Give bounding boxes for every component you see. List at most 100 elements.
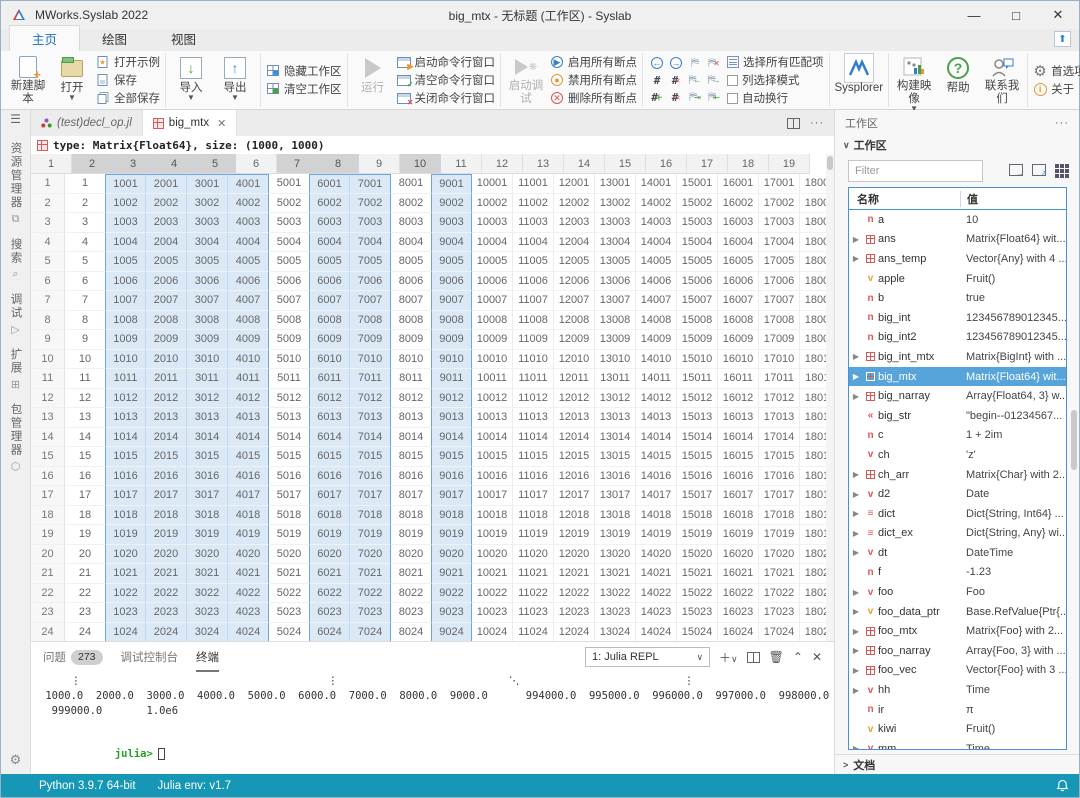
matrix-cell[interactable]: 14021 [636,564,677,584]
expand-chevron-icon[interactable]: ▶ [849,509,863,518]
import-dropdown-caret[interactable]: ▼ [187,95,195,101]
matrix-column-header[interactable]: 8 [318,154,359,174]
matrix-cell[interactable]: 15022 [677,584,718,604]
expand-chevron-icon[interactable]: ▶ [849,627,863,636]
matrix-cell[interactable]: 15023 [677,603,718,623]
workspace-variable-row[interactable]: vappleFruit() [849,269,1066,289]
matrix-cell[interactable]: 1007 [105,291,146,311]
column-header-value[interactable]: 值 [960,191,1066,207]
matrix-cell[interactable]: 13008 [595,311,636,331]
matrix-cell[interactable]: 11015 [513,447,554,467]
remove-breakpoints-button[interactable]: ✕ 删除所有断点 [550,90,637,106]
matrix-cell[interactable]: 5021 [269,564,310,584]
python-env-status[interactable]: Python 3.9.7 64-bit [39,780,136,792]
matrix-cell[interactable]: 1014 [105,428,146,448]
matrix-cell[interactable]: 12004 [554,233,595,253]
prev-bookmark-icon[interactable]: ⛿← [686,72,704,88]
workspace-variable-row[interactable]: vkiwiFruit() [849,719,1066,739]
close-panel-icon[interactable]: ✕ [812,650,822,664]
workspace-more-actions-icon[interactable]: ··· [1055,117,1069,129]
matrix-cell[interactable]: 9021 [431,564,472,584]
matrix-cell[interactable]: 6011 [309,369,350,389]
matrix-cell[interactable]: 3016 [187,467,228,487]
matrix-cell[interactable]: 11005 [513,252,554,272]
matrix-cell[interactable]: 1009 [105,330,146,350]
matrix-cell[interactable]: 6006 [309,272,350,292]
matrix-cell[interactable]: 17001 [759,174,800,194]
julia-env-status[interactable]: Julia env: v1.7 [158,780,232,792]
matrix-cell[interactable]: 3006 [187,272,228,292]
matrix-cell[interactable]: 13005 [595,252,636,272]
matrix-cell[interactable]: 7010 [350,350,391,370]
matrix-column-header[interactable]: 18 [728,154,769,174]
matrix-cell[interactable]: 11002 [513,194,554,214]
matrix-cell[interactable]: 22 [65,584,106,604]
matrix-cell[interactable]: 13003 [595,213,636,233]
export-bookmark-icon[interactable]: ⛿⇤ [705,89,723,105]
matrix-cell[interactable]: 13019 [595,525,636,545]
terminal-output[interactable]: ⋮ ⋮ ⋱ ⋮ 1000.0 2000.0 3000.0 4000.0 5000… [31,672,834,774]
matrix-cell[interactable]: 3002 [187,194,228,214]
matrix-cell[interactable]: 5006 [269,272,310,292]
matrix-cell[interactable]: 16001 [718,174,759,194]
matrix-cell[interactable]: 5004 [269,233,310,253]
matrix-column-header[interactable]: 11 [441,154,482,174]
matrix-cell[interactable]: 9010 [431,350,472,370]
matrix-cell[interactable]: 12012 [554,389,595,409]
matrix-cell[interactable]: 8007 [391,291,432,311]
matrix-cell[interactable]: 11003 [513,213,554,233]
workspace-variable-row[interactable]: nbig_int123456789012345... [849,308,1066,328]
matrix-cell[interactable]: 12005 [554,252,595,272]
matrix-cell[interactable]: 13024 [595,623,636,642]
matrix-cell[interactable]: 8005 [391,252,432,272]
matrix-row-header[interactable]: 1 [31,174,65,194]
matrix-cell[interactable]: 12010 [554,350,595,370]
workspace-variable-row[interactable]: ▶foo_mtxMatrix{Foo} with 2... [849,621,1066,641]
matrix-cell[interactable]: 1019 [105,525,146,545]
matrix-cell[interactable]: 16015 [718,447,759,467]
expand-chevron-icon[interactable]: ▶ [849,392,863,401]
matrix-cell[interactable]: 8013 [391,408,432,428]
workspace-variable-row[interactable]: ▶ansMatrix{Float64} wit... [849,230,1066,250]
matrix-column-header[interactable]: 7 [277,154,318,174]
sidebar-item-extensions[interactable]: 扩展 ⊞ [8,348,24,391]
matrix-cell[interactable]: 9 [65,330,106,350]
matrix-cell[interactable]: 14011 [636,369,677,389]
matrix-cell[interactable]: 7022 [350,584,391,604]
matrix-cell[interactable]: 12024 [554,623,595,642]
matrix-cell[interactable]: 13002 [595,194,636,214]
matrix-cell[interactable]: 11013 [513,408,554,428]
matrix-cell[interactable]: 3007 [187,291,228,311]
matrix-cell[interactable]: 4019 [228,525,269,545]
matrix-cell[interactable]: 2020 [146,545,187,565]
matrix-cell[interactable]: 7023 [350,603,391,623]
matrix-cell[interactable]: 15003 [677,213,718,233]
matrix-cell[interactable]: 8023 [391,603,432,623]
matrix-cell[interactable]: 8016 [391,467,432,487]
matrix-cell[interactable]: 2005 [146,252,187,272]
matrix-cell[interactable]: 6018 [309,506,350,526]
matrix-cell[interactable]: 23 [65,603,106,623]
matrix-cell[interactable]: 7013 [350,408,391,428]
matrix-cell[interactable]: 5009 [269,330,310,350]
matrix-cell[interactable]: 5002 [269,194,310,214]
matrix-cell[interactable]: 5019 [269,525,310,545]
matrix-cell[interactable]: 4022 [228,584,269,604]
matrix-cell[interactable]: 13014 [595,428,636,448]
workspace-variable-row[interactable]: ▶vdtDateTime [849,543,1066,563]
matrix-cell[interactable]: 10024 [472,623,513,642]
matrix-cell[interactable]: 9001 [431,174,472,194]
matrix-cell[interactable]: 17023 [759,603,800,623]
matrix-cell[interactable]: 16024 [718,623,759,642]
matrix-cell[interactable]: 16005 [718,252,759,272]
matrix-cell[interactable]: 9022 [431,584,472,604]
matrix-cell[interactable]: 3012 [187,389,228,409]
matrix-cell[interactable]: 2013 [146,408,187,428]
matrix-cell[interactable]: 8003 [391,213,432,233]
matrix-cell[interactable]: 14 [65,428,106,448]
matrix-cell[interactable]: 11010 [513,350,554,370]
matrix-cell[interactable]: 6003 [309,213,350,233]
matrix-cell[interactable]: 20 [65,545,106,565]
matrix-cell[interactable]: 11019 [513,525,554,545]
notifications-bell-icon[interactable] [1056,779,1069,792]
